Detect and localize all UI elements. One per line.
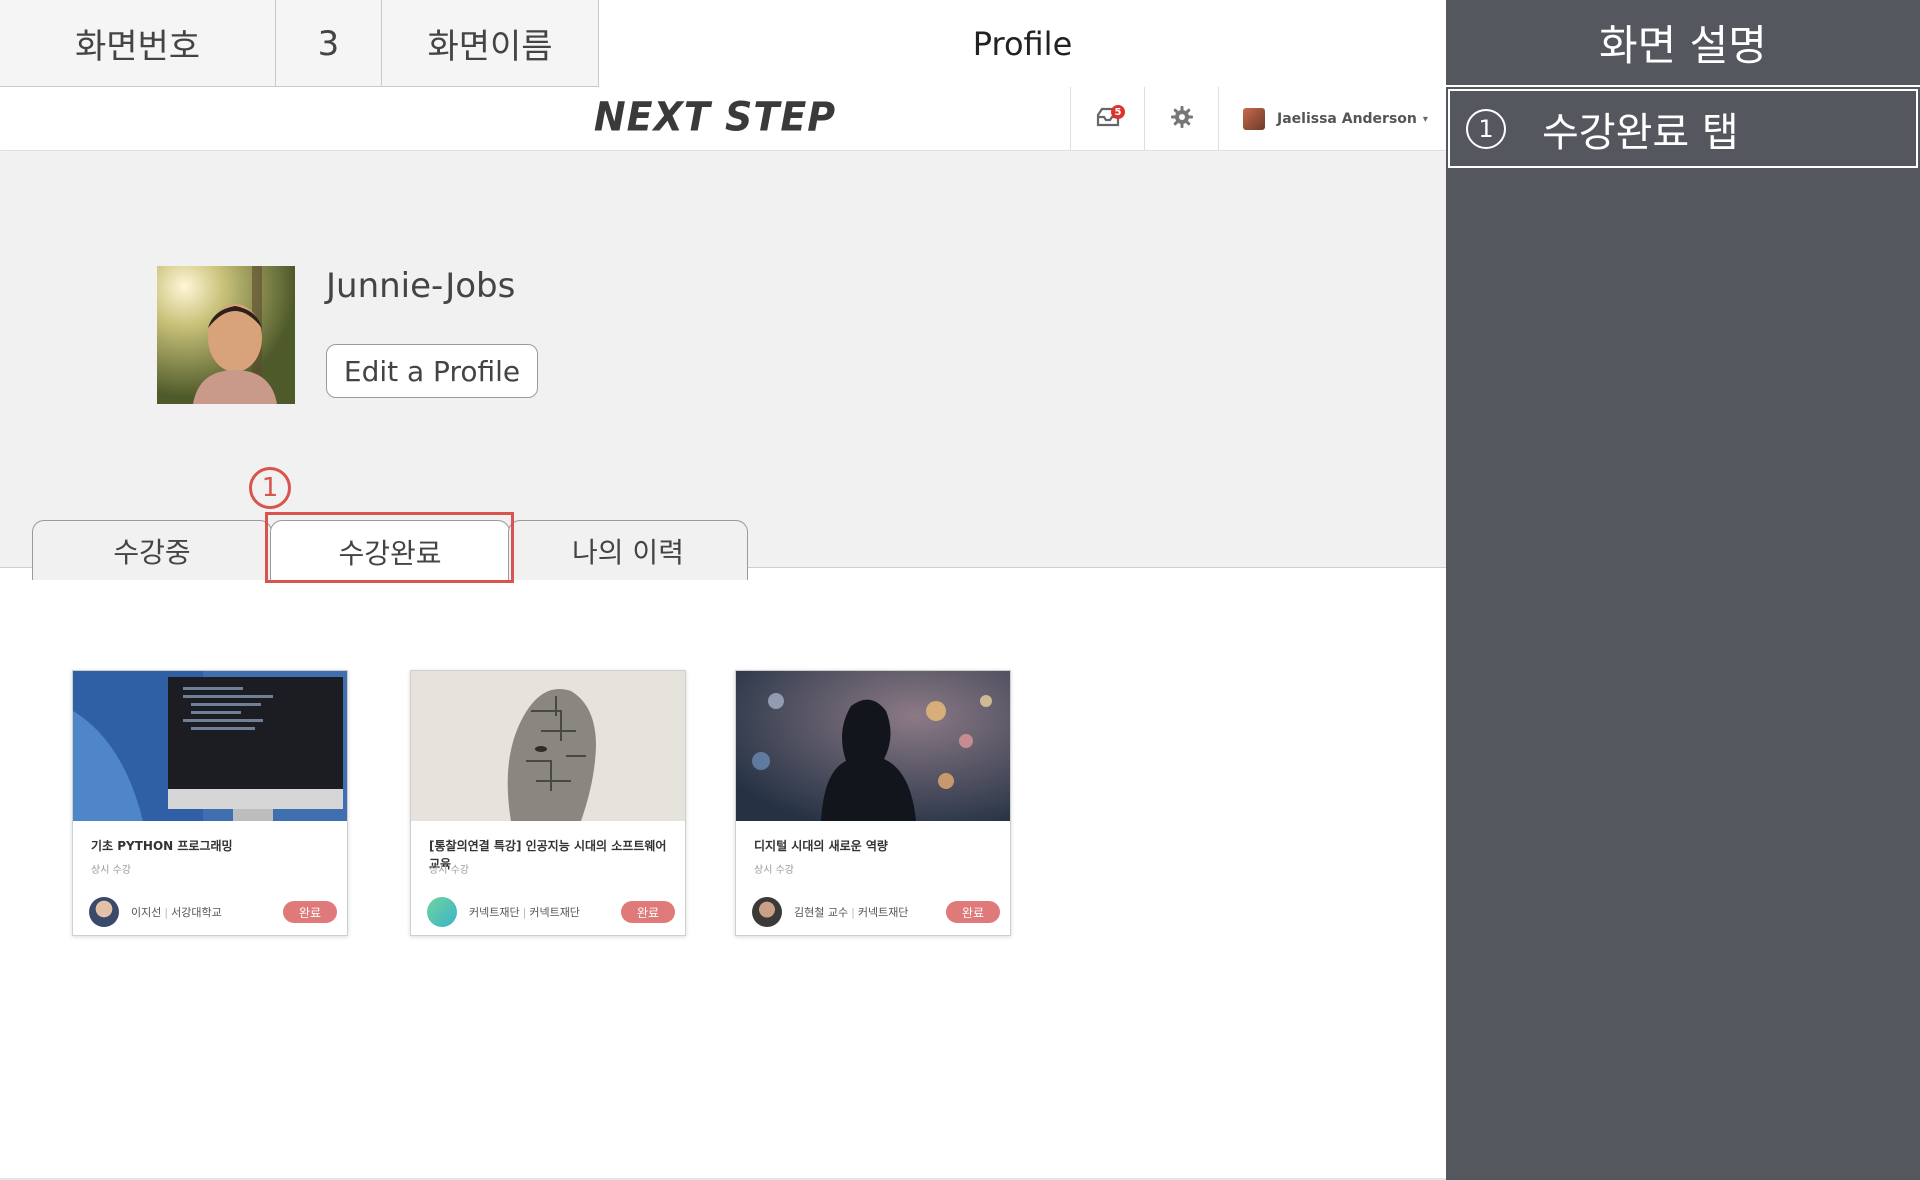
user-name: Jaelissa Anderson	[1277, 111, 1417, 127]
notification-badge: 5	[1111, 105, 1125, 119]
app-screen: NEXT STEP 5 Jaelissa Anderson ▾ Junnie-J…	[0, 87, 1446, 1180]
storyboard-header: 화면번호 3 화면이름 Profile	[0, 0, 1446, 87]
annotation-marker: 1	[249, 467, 291, 509]
course-instructor: 커넥트재단 | 커넥트재단	[469, 906, 580, 919]
instructor-name: 김현철 교수	[794, 906, 849, 919]
profile-avatar	[157, 266, 295, 404]
course-thumbnail	[411, 671, 685, 821]
chevron-down-icon: ▾	[1422, 113, 1428, 125]
course-instructor: 이지선 | 서강대학교	[131, 906, 222, 919]
course-footer: 김현철 교수 | 커넥트재단 완료	[752, 895, 1000, 929]
course-footer: 커넥트재단 | 커넥트재단 완료	[427, 895, 675, 929]
instructor-org: 커넥트재단	[529, 906, 580, 919]
edit-profile-button[interactable]: Edit a Profile	[326, 344, 538, 398]
settings-button[interactable]	[1144, 87, 1218, 151]
status-badge: 완료	[621, 901, 675, 923]
course-subtitle: 상시 수강	[91, 865, 131, 876]
instructor-name: 커넥트재단	[469, 906, 520, 919]
course-title: [통찰의연결 특강] 인공지능 시대의 소프트웨어 교육	[429, 839, 667, 871]
notification-button[interactable]: 5	[1070, 87, 1144, 151]
instructor-avatar	[427, 897, 457, 927]
instructor-avatar	[89, 897, 119, 927]
navbar-actions: 5 Jaelissa Anderson ▾	[1070, 87, 1446, 151]
instructor-org: 서강대학교	[171, 906, 222, 919]
annotation-highlight	[265, 512, 514, 583]
tab-my-history[interactable]: 나의 이력	[508, 520, 748, 580]
description-item-number: 1	[1466, 108, 1506, 149]
description-item: 1 수강완료 탭	[1448, 89, 1918, 168]
status-badge: 완료	[283, 901, 337, 923]
course-footer: 이지선 | 서강대학교 완료	[89, 895, 337, 929]
gear-icon	[1170, 105, 1194, 133]
instructor-name: 이지선	[131, 906, 162, 919]
course-subtitle: 상시 수강	[429, 865, 469, 876]
description-title: 화면 설명	[1446, 0, 1920, 87]
course-title: 기초 PYTHON 프로그래밍	[91, 839, 233, 853]
user-avatar	[1243, 108, 1265, 130]
status-badge: 완료	[946, 901, 1000, 923]
screen-number-label: 화면번호	[0, 0, 276, 87]
top-navbar: NEXT STEP 5 Jaelissa Anderson ▾	[0, 87, 1446, 151]
course-card[interactable]: 디지털 시대의 새로운 역량 상시 수강 김현철 교수 | 커넥트재단 완료	[735, 670, 1011, 936]
course-thumbnail	[73, 671, 347, 821]
screen-number: 3	[276, 0, 382, 87]
logo[interactable]: NEXT STEP	[560, 94, 870, 140]
instructor-avatar	[752, 897, 782, 927]
course-subtitle: 상시 수강	[754, 865, 794, 876]
description-panel: 화면 설명 1 수강완료 탭	[1446, 0, 1920, 1180]
course-title: 디지털 시대의 새로운 역량	[754, 839, 888, 853]
course-card[interactable]: 기초 PYTHON 프로그래밍 상시 수강 이지선 | 서강대학교 완료	[72, 670, 348, 936]
course-card[interactable]: [통찰의연결 특강] 인공지능 시대의 소프트웨어 교육 상시 수강 커넥트재단…	[410, 670, 686, 936]
profile-header: Junnie-Jobs Edit a Profile	[0, 152, 1446, 568]
user-menu[interactable]: Jaelissa Anderson ▾	[1218, 87, 1446, 151]
instructor-org: 커넥트재단	[857, 906, 909, 919]
course-instructor: 김현철 교수 | 커넥트재단	[794, 906, 909, 919]
description-item-text: 수강완료 탭	[1542, 109, 1739, 156]
course-thumbnail	[736, 671, 1010, 821]
screen-name-label: 화면이름	[382, 0, 599, 87]
tab-in-progress[interactable]: 수강중	[32, 520, 272, 580]
screen-name: Profile	[599, 0, 1446, 87]
profile-username: Junnie-Jobs	[326, 266, 516, 306]
